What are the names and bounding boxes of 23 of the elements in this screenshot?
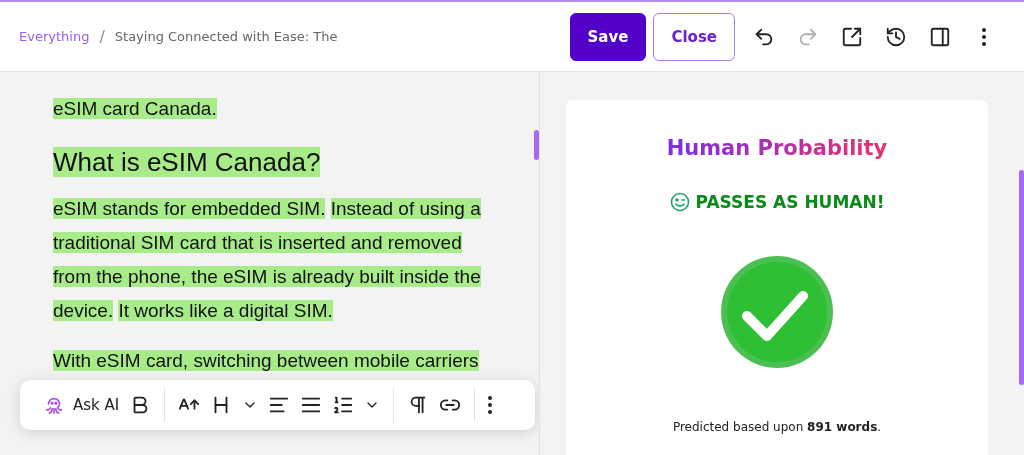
paragraph-text: eSIM stands for embedded SIM. Instead of using a traditional SIM card that is inserted and removed from the phone, the eSIM is already built inside the device. It works like a digital SIM. bbox=[53, 197, 482, 323]
paragraph-text: With eSIM card, switching between mobile carriers bbox=[53, 349, 480, 373]
breadcrumb-link[interactable]: Everything bbox=[19, 29, 90, 44]
scrollbar-thumb[interactable] bbox=[534, 130, 539, 160]
check-circle-icon bbox=[721, 256, 833, 368]
section-heading: What is eSIM Canada? bbox=[53, 146, 322, 179]
more-icon bbox=[488, 396, 493, 414]
save-button[interactable]: Save bbox=[569, 12, 647, 61]
document-title: Staying Connected with Ease: The bbox=[114, 29, 338, 44]
breadcrumb-separator: / bbox=[99, 27, 105, 46]
numbered-list-icon bbox=[332, 394, 355, 416]
card-title: Human Probability bbox=[666, 136, 888, 160]
verdict-text: PASSES AS HUMAN! bbox=[695, 192, 885, 212]
side-panel-icon bbox=[929, 25, 951, 48]
scrollbar-thumb[interactable] bbox=[1019, 170, 1024, 385]
open-external-icon bbox=[841, 25, 863, 48]
prediction-note: Predicted based upon 891 words. bbox=[672, 420, 882, 434]
close-button[interactable]: Close bbox=[653, 12, 735, 61]
ask-ai-button[interactable]: Ask AI bbox=[40, 388, 123, 422]
history-icon bbox=[885, 25, 907, 48]
winking-face-icon bbox=[669, 192, 690, 212]
paragraph-text: eSIM card Canada. bbox=[53, 97, 218, 121]
more-icon bbox=[982, 27, 986, 46]
